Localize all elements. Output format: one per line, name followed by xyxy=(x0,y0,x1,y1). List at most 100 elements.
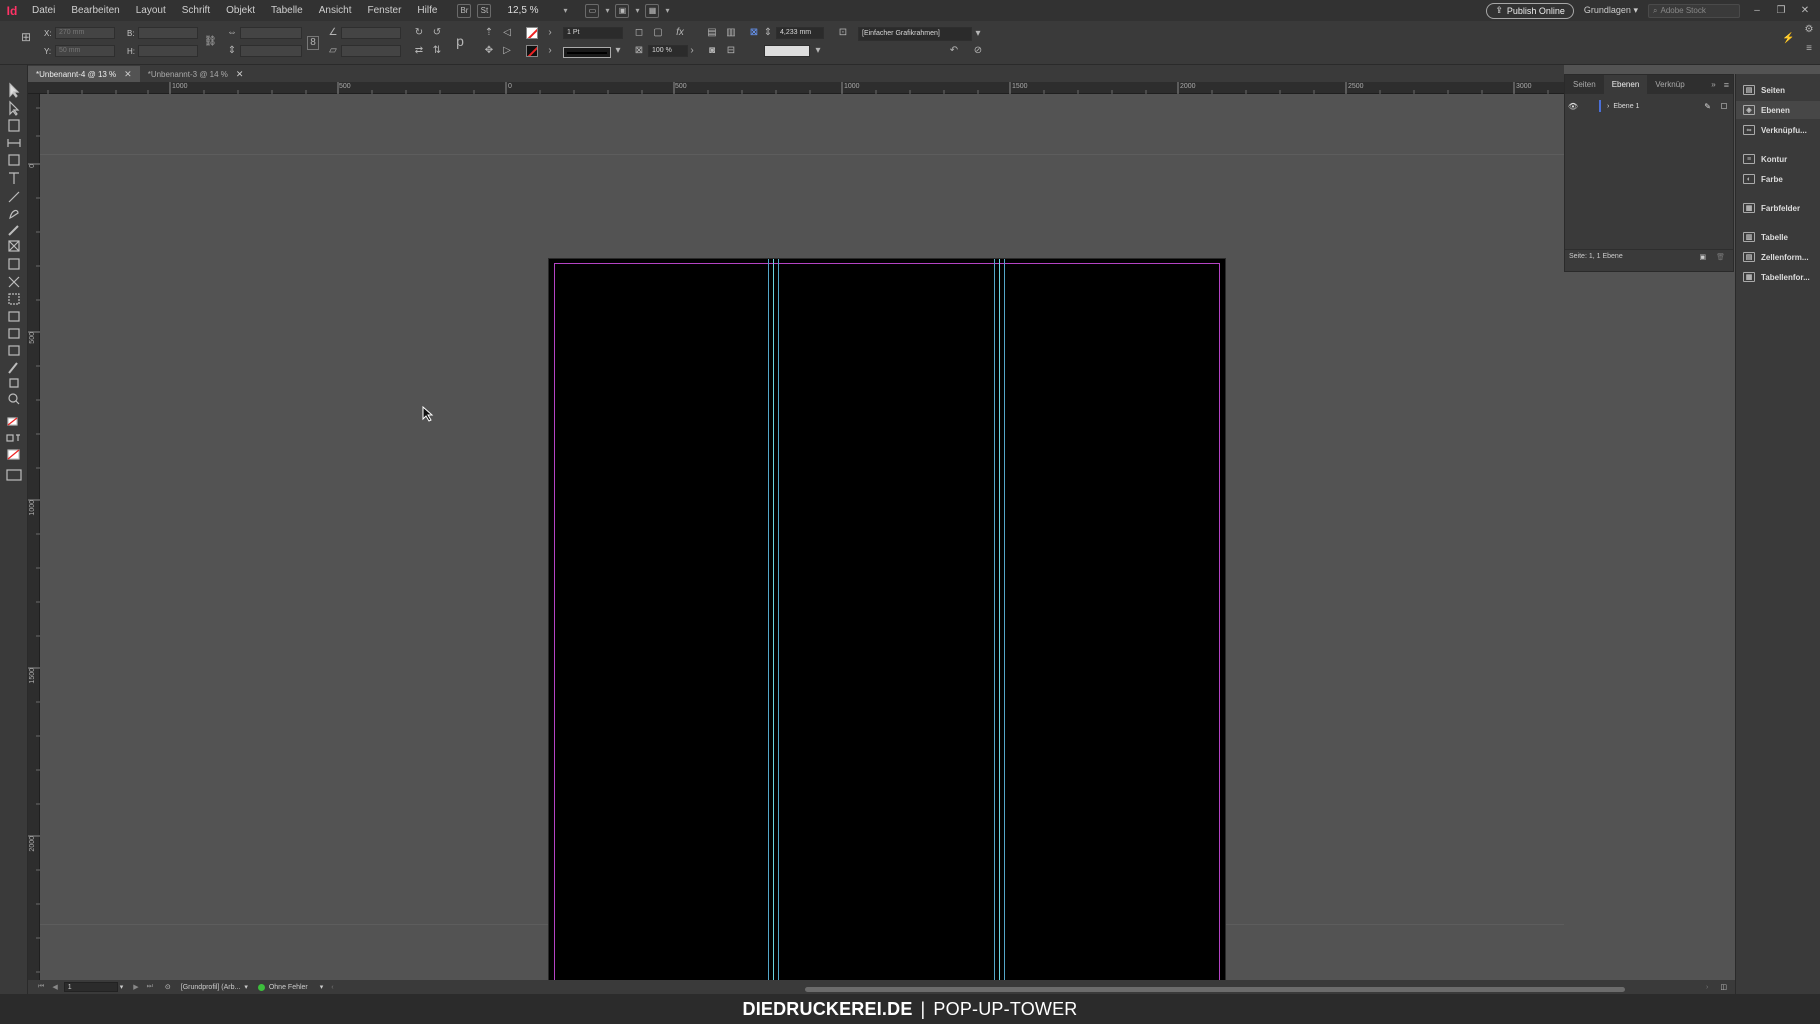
reference-point-icon[interactable]: ⊞ xyxy=(20,31,32,43)
align-icon[interactable]: ⊟ xyxy=(725,45,737,57)
tab-unbenannt-4[interactable]: *Unbenannt-4 @ 13 % ✕ xyxy=(28,66,140,82)
selection-tool-icon[interactable] xyxy=(9,82,20,98)
hand-tool-icon[interactable] xyxy=(9,378,19,388)
scale-x-field[interactable] xyxy=(240,27,302,39)
horizontal-scrollbar[interactable] xyxy=(805,987,1625,992)
column-guide[interactable] xyxy=(999,259,1000,1009)
vertical-ruler[interactable]: 0 500 1000 1500 2000 xyxy=(28,94,40,994)
pen-tool-icon[interactable] xyxy=(9,209,19,220)
opacity-chevron-icon[interactable]: › xyxy=(686,45,698,57)
close-icon[interactable]: ✕ xyxy=(1798,5,1812,16)
menu-schrift[interactable]: Schrift xyxy=(174,5,218,16)
menu-hilfe[interactable]: Hilfe xyxy=(409,5,445,16)
profile-chevron-icon[interactable]: ▾ xyxy=(244,983,248,991)
frame-fitting-icon[interactable]: ◻ xyxy=(633,27,645,39)
shear-field[interactable] xyxy=(341,45,401,57)
opacity-field[interactable]: 100 % xyxy=(648,45,688,57)
pasteboard[interactable] xyxy=(40,94,1564,1010)
screen-chevron-down-icon[interactable]: ▾ xyxy=(635,6,639,15)
preflight-profile[interactable]: [Grundprofil] (Arb... xyxy=(181,984,241,991)
scroll-left-icon[interactable]: ‹ xyxy=(331,984,333,991)
panel-collapse-icon[interactable]: » xyxy=(1707,80,1719,89)
next-page-icon[interactable]: ▶ xyxy=(133,983,138,991)
stock-button[interactable]: St xyxy=(477,3,492,18)
rotate-field[interactable] xyxy=(341,27,401,39)
preflight-chevron-icon[interactable]: ▾ xyxy=(320,983,324,991)
menu-fenster[interactable]: Fenster xyxy=(360,5,410,16)
rotate-ccw-icon[interactable]: ↺ xyxy=(431,27,443,39)
offset-stepper-icon[interactable]: ⇕ xyxy=(762,27,774,39)
close-tab-icon[interactable]: ✕ xyxy=(124,69,132,80)
workspace-switcher[interactable]: Grundlagen ▾ xyxy=(1584,5,1638,16)
stroke-chevron-icon[interactable]: › xyxy=(544,45,556,57)
gradient-tool-icon[interactable] xyxy=(8,311,20,322)
dock-farbe[interactable]: ◐ Farbe xyxy=(1736,170,1820,188)
menu-tabelle[interactable]: Tabelle xyxy=(263,5,311,16)
page-number-field[interactable]: 1 xyxy=(63,982,118,992)
new-layer-icon[interactable]: ▣ xyxy=(1699,253,1706,261)
select-content-icon[interactable]: ✥ xyxy=(483,45,495,57)
dock-farbfelder[interactable]: ▦ Farbfelder xyxy=(1736,199,1820,217)
minimize-icon[interactable]: – xyxy=(1750,5,1764,16)
page-chevron-icon[interactable]: ▾ xyxy=(120,983,124,991)
layer-name[interactable]: Ebene 1 xyxy=(1613,103,1639,110)
pencil-tool-icon[interactable] xyxy=(8,225,19,236)
arrange-chevron-down-icon[interactable]: ▾ xyxy=(665,6,669,15)
column-guide[interactable] xyxy=(773,259,774,1009)
x-field[interactable]: 270 mm xyxy=(55,27,115,39)
zoom-tool-icon[interactable] xyxy=(8,393,18,403)
clear-overrides-icon[interactable]: ⊘ xyxy=(972,45,984,57)
stroke-swatch[interactable] xyxy=(526,45,538,57)
y-field[interactable]: 50 mm xyxy=(55,45,115,57)
gap-tool-icon[interactable] xyxy=(7,139,21,147)
fill-none-swatch[interactable] xyxy=(526,27,538,39)
frame-fit-icon[interactable]: ⊡ xyxy=(837,27,849,39)
stroke-weight-field[interactable]: 1 Pt xyxy=(563,27,623,39)
screen-mode-icon[interactable]: ▣ xyxy=(615,3,630,18)
tab-seiten[interactable]: Seiten xyxy=(1565,75,1604,94)
scroll-right-icon[interactable]: › xyxy=(1706,984,1708,991)
menu-ansicht[interactable]: Ansicht xyxy=(311,5,360,16)
dock-tabellenformate[interactable]: ▦ Tabellenfor... xyxy=(1736,268,1820,286)
screen-mode-tool-icon[interactable] xyxy=(6,469,22,481)
select-previous-icon[interactable]: ◁ xyxy=(501,27,513,39)
fill-chevron-icon[interactable]: › xyxy=(544,27,556,39)
line-tool-icon[interactable] xyxy=(8,191,20,203)
width-field[interactable] xyxy=(138,27,198,39)
close-tab-icon[interactable]: ✕ xyxy=(236,69,244,80)
type-tool-icon[interactable] xyxy=(9,172,19,184)
offset-field[interactable]: 4,233 mm xyxy=(776,27,824,39)
page-tool-icon[interactable] xyxy=(8,119,20,132)
auto-fit-icon[interactable]: ⊠ xyxy=(748,27,760,39)
fold-guide[interactable] xyxy=(768,259,769,1009)
menu-layout[interactable]: Layout xyxy=(128,5,174,16)
tab-unbenannt-3[interactable]: *Unbenannt-3 @ 14 % ✕ xyxy=(139,66,252,82)
document-page[interactable] xyxy=(548,258,1226,1010)
undo-style-icon[interactable]: ↶ xyxy=(948,45,960,57)
dock-seiten[interactable]: ▤ Seiten xyxy=(1736,81,1820,99)
fx-icon[interactable]: fx xyxy=(674,27,686,39)
eye-icon[interactable]: 👁 xyxy=(1565,102,1581,111)
first-page-icon[interactable]: ⏮ xyxy=(38,983,44,991)
arrange-documents-icon[interactable]: ▦ xyxy=(645,3,660,18)
preflight-status[interactable]: Ohne Fehler xyxy=(269,984,308,991)
content-collector-icon[interactable] xyxy=(8,154,20,166)
column-field[interactable] xyxy=(764,45,810,57)
dock-verknuepfungen[interactable]: ∞ Verknüpfu... xyxy=(1736,121,1820,139)
note-tool-icon[interactable] xyxy=(8,345,20,356)
dock-kontur[interactable]: ≡ Kontur xyxy=(1736,150,1820,168)
panel-menu-icon[interactable]: ≡ xyxy=(1803,43,1815,55)
text-wrap-none-icon[interactable]: ▤ xyxy=(706,27,718,39)
zoom-level[interactable]: 12,5 % xyxy=(507,5,557,16)
layer-row[interactable]: 👁 › Ebene 1 ✎ xyxy=(1565,98,1733,114)
rectangle-tool-icon[interactable] xyxy=(8,258,20,270)
menu-bearbeiten[interactable]: Bearbeiten xyxy=(63,5,127,16)
select-next-icon[interactable]: ▷ xyxy=(501,45,513,57)
publish-online-button[interactable]: ⇪ Publish Online xyxy=(1486,2,1574,19)
stroke-type-chevron-icon[interactable]: ▾ xyxy=(612,45,624,57)
drop-shadow-icon[interactable]: ◙ xyxy=(706,45,718,57)
text-wrap-box-icon[interactable]: ▥ xyxy=(725,27,737,39)
corner-options-icon[interactable]: ▢ xyxy=(652,27,664,39)
column-chevron-icon[interactable]: ▾ xyxy=(812,45,824,57)
lightning-icon[interactable]: ⚡ xyxy=(1782,33,1794,45)
